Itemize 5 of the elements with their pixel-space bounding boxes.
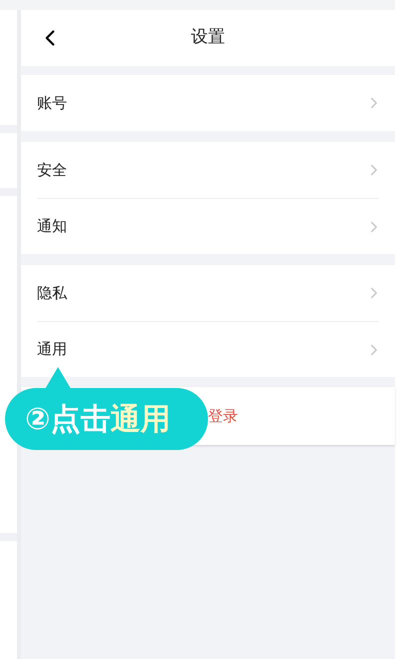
page-title: 设置 bbox=[191, 26, 225, 50]
callout-text: ②点击通用 bbox=[25, 400, 170, 438]
settings-item[interactable]: 安全 bbox=[37, 142, 379, 198]
settings-item[interactable]: 通知 bbox=[37, 198, 379, 254]
settings-item[interactable]: 隐私 bbox=[37, 265, 379, 321]
